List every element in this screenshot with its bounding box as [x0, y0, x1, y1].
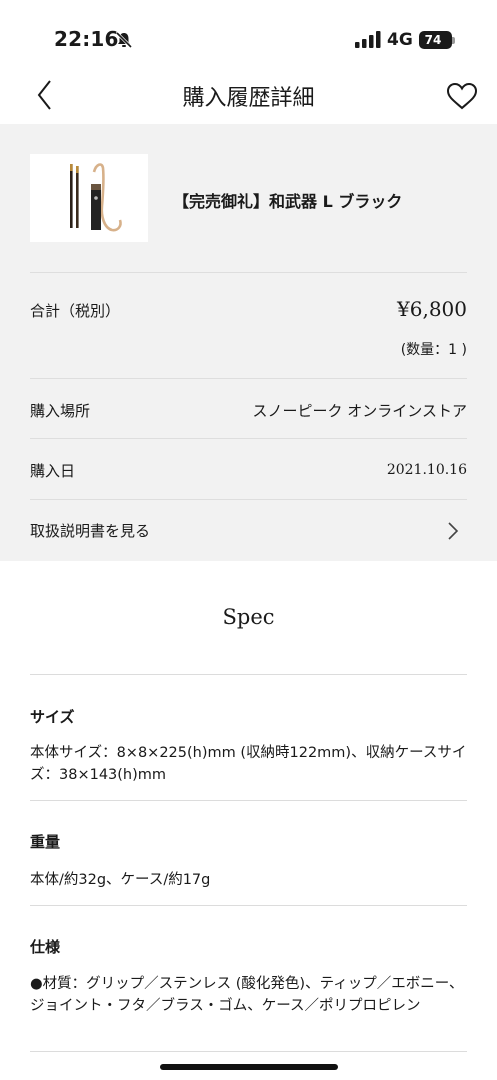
- purchase-date-value: 2021.10.16: [386, 462, 467, 478]
- total-label: 合計（税別）: [30, 302, 121, 320]
- manual-link-label: 取扱説明書を見る: [30, 522, 151, 540]
- spec-body-specs: ●材質：グリップ／ステンレス (酸化発色)、ティップ／エボニー、ジョイント・フタ…: [30, 976, 464, 1014]
- divider: [30, 272, 467, 273]
- network-type: 4G: [387, 30, 413, 50]
- divider: [30, 438, 467, 439]
- divider: [30, 378, 467, 379]
- purchase-summary: 【完売御礼】和武器 L ブラック 合計（税別） ¥6,800 (数量：1 ) 購…: [0, 124, 497, 561]
- divider: [30, 905, 467, 906]
- battery-icon: 74: [419, 31, 452, 49]
- spec-body-weight: 本体/約32g、ケース/約17g: [30, 872, 211, 888]
- divider: [30, 800, 467, 801]
- status-time: 22:16: [54, 27, 119, 51]
- spec-heading-size: サイズ: [30, 708, 75, 726]
- quantity: (数量：1 ): [400, 342, 467, 358]
- battery-level: 74: [424, 33, 442, 47]
- cellular-signal-icon: [355, 31, 381, 52]
- bell-muted-icon: [115, 31, 133, 53]
- status-bar: 22:16 4G 74: [0, 0, 497, 62]
- spec-heading-weight: 重量: [30, 833, 61, 851]
- spec-title: Spec: [222, 605, 275, 629]
- page-title: 購入履歴詳細: [182, 86, 315, 111]
- chevron-right-icon: [448, 522, 459, 540]
- home-indicator[interactable]: [160, 1064, 338, 1070]
- battery-cap: [452, 37, 455, 44]
- product-image: [70, 163, 122, 232]
- purchase-date-label: 購入日: [30, 462, 76, 480]
- heart-icon: [446, 82, 478, 110]
- divider: [30, 1051, 467, 1052]
- nav-bar: 購入履歴詳細: [0, 62, 497, 124]
- manual-link-row[interactable]: 取扱説明書を見る: [0, 500, 497, 561]
- divider: [30, 674, 467, 675]
- purchase-place-value: スノーピーク オンラインストア: [252, 402, 467, 420]
- spec-body-size: 本体サイズ：8×8×225(h)mm (収納時122mm)、収納ケースサイズ：3…: [30, 745, 467, 783]
- product-thumbnail[interactable]: [30, 154, 148, 242]
- purchase-place-label: 購入場所: [30, 402, 91, 420]
- product-name: 【完売御礼】和武器 L ブラック: [173, 192, 403, 211]
- favorite-button[interactable]: [445, 81, 479, 111]
- spec-heading-specs: 仕様: [30, 938, 61, 956]
- total-price: ¥6,800: [397, 297, 467, 321]
